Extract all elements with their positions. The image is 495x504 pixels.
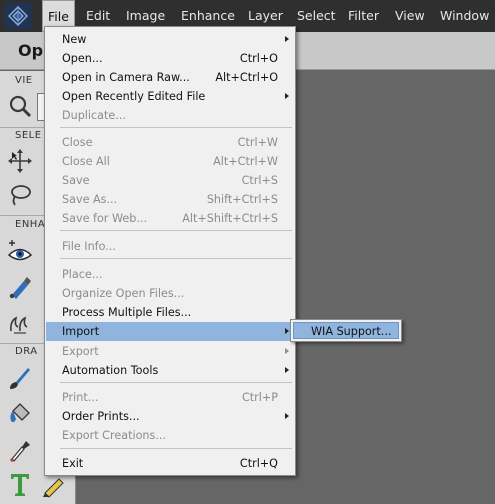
menu-item-label: Import: [62, 325, 100, 338]
spot-healing-tool[interactable]: [6, 273, 34, 301]
menu-item-label: Automation Tools: [62, 364, 159, 377]
submenu-arrow-icon: [285, 367, 289, 373]
menu-item-label: Open in Camera Raw...: [62, 71, 190, 84]
menu-item-label: Save: [62, 174, 90, 187]
menu-item-shortcut: Ctrl+O: [239, 52, 278, 65]
menu-separator: [60, 258, 292, 259]
menu-item-label: Save for Web...: [62, 212, 148, 225]
type-tool[interactable]: [6, 470, 34, 498]
red-eye-tool[interactable]: [6, 238, 34, 266]
menu-window[interactable]: Window: [440, 0, 489, 32]
menu-item-label: Close: [62, 136, 93, 149]
menu-item-shortcut: Alt+Ctrl+O: [215, 71, 278, 84]
menu-item-label: Export: [62, 345, 99, 358]
eyedropper-tool[interactable]: [6, 435, 34, 463]
menu-item-open-recent[interactable]: Open Recently Edited File: [46, 87, 294, 106]
menu-item-label: Duplicate...: [62, 109, 126, 122]
section-label-enhance: ENHA: [15, 219, 46, 230]
menu-item-label: File Info...: [62, 240, 116, 253]
menu-item-new[interactable]: New: [46, 30, 294, 49]
menu-filter[interactable]: Filter: [348, 0, 379, 32]
file-menu-dropdown: New Open... Ctrl+O Open in Camera Raw...…: [44, 26, 296, 476]
menu-separator: [60, 382, 292, 383]
menu-item-open-camera-raw[interactable]: Open in Camera Raw... Alt+Ctrl+O: [46, 68, 294, 87]
menu-item-shortcut: Shift+Ctrl+S: [206, 193, 278, 206]
paint-bucket-tool[interactable]: [6, 399, 34, 427]
menu-item-label: Export Creations...: [62, 429, 167, 442]
menu-separator: [60, 230, 292, 231]
submenu-item-wia-support[interactable]: WIA Support...: [293, 322, 399, 339]
menu-item-save[interactable]: Save Ctrl+S: [46, 171, 294, 190]
section-label-draw: DRA: [15, 346, 38, 357]
section-label-view: VIE: [15, 75, 33, 86]
import-submenu: WIA Support...: [290, 319, 402, 342]
menu-separator: [60, 448, 292, 449]
submenu-arrow-icon: [285, 36, 289, 42]
menu-item-process-multiple-files[interactable]: Process Multiple Files...: [46, 303, 294, 322]
section-label-select: SELE: [15, 130, 42, 141]
menu-item-file-info[interactable]: File Info...: [46, 237, 294, 256]
menu-item-label: Save As...: [62, 193, 118, 206]
submenu-item-label: WIA Support...: [311, 325, 392, 338]
document-title: Op: [18, 41, 44, 60]
menu-item-label: Open...: [62, 52, 103, 65]
submenu-arrow-icon: [285, 328, 289, 334]
menu-item-label: Open Recently Edited File: [62, 90, 206, 103]
move-tool[interactable]: [6, 147, 34, 175]
brush-tool[interactable]: [6, 364, 34, 392]
menu-item-close-all[interactable]: Close All Alt+Ctrl+W: [46, 152, 294, 171]
lasso-tool[interactable]: [6, 181, 34, 209]
menu-item-open[interactable]: Open... Ctrl+O: [46, 49, 294, 68]
menu-item-label: Place...: [62, 268, 103, 281]
menu-select[interactable]: Select: [297, 0, 336, 32]
menu-item-shortcut: Ctrl+P: [241, 391, 278, 404]
menu-item-shortcut: Alt+Shift+Ctrl+S: [182, 212, 278, 225]
menu-item-place[interactable]: Place...: [46, 265, 294, 284]
menu-item-label: Close All: [62, 155, 110, 168]
menu-item-label: New: [62, 33, 87, 46]
smart-brush-tool[interactable]: [6, 309, 34, 337]
menu-item-label: Order Prints...: [62, 410, 140, 423]
menu-item-print[interactable]: Print... Ctrl+P: [46, 388, 294, 407]
menu-item-duplicate[interactable]: Duplicate...: [46, 106, 294, 125]
menu-item-label: Print...: [62, 391, 99, 404]
zoom-tool[interactable]: [6, 93, 34, 121]
menu-item-save-for-web[interactable]: Save for Web... Alt+Shift+Ctrl+S: [46, 209, 294, 228]
menu-item-shortcut: Ctrl+S: [241, 174, 278, 187]
menu-item-export-creations[interactable]: Export Creations...: [46, 426, 294, 445]
menu-view[interactable]: View: [395, 0, 425, 32]
menu-separator: [60, 127, 292, 128]
menu-item-exit[interactable]: Exit Ctrl+Q: [46, 454, 294, 473]
submenu-arrow-icon: [285, 413, 289, 419]
menu-item-shortcut: Alt+Ctrl+W: [213, 155, 278, 168]
menu-item-automation-tools[interactable]: Automation Tools: [46, 361, 294, 380]
menu-item-label: Exit: [62, 457, 84, 470]
menu-item-export[interactable]: Export: [46, 342, 294, 361]
menu-item-close[interactable]: Close Ctrl+W: [46, 133, 294, 152]
menu-item-organize-open-files[interactable]: Organize Open Files...: [46, 284, 294, 303]
menu-item-save-as[interactable]: Save As... Shift+Ctrl+S: [46, 190, 294, 209]
menu-item-import[interactable]: Import: [46, 322, 294, 341]
menu-item-order-prints[interactable]: Order Prints...: [46, 407, 294, 426]
menu-item-label: Process Multiple Files...: [62, 306, 192, 319]
menu-item-label: Organize Open Files...: [62, 287, 185, 300]
submenu-arrow-icon: [285, 93, 289, 99]
submenu-arrow-icon: [285, 348, 289, 354]
menu-item-shortcut: Ctrl+Q: [239, 457, 278, 470]
app-logo-icon: [4, 2, 32, 30]
menu-item-shortcut: Ctrl+W: [237, 136, 278, 149]
